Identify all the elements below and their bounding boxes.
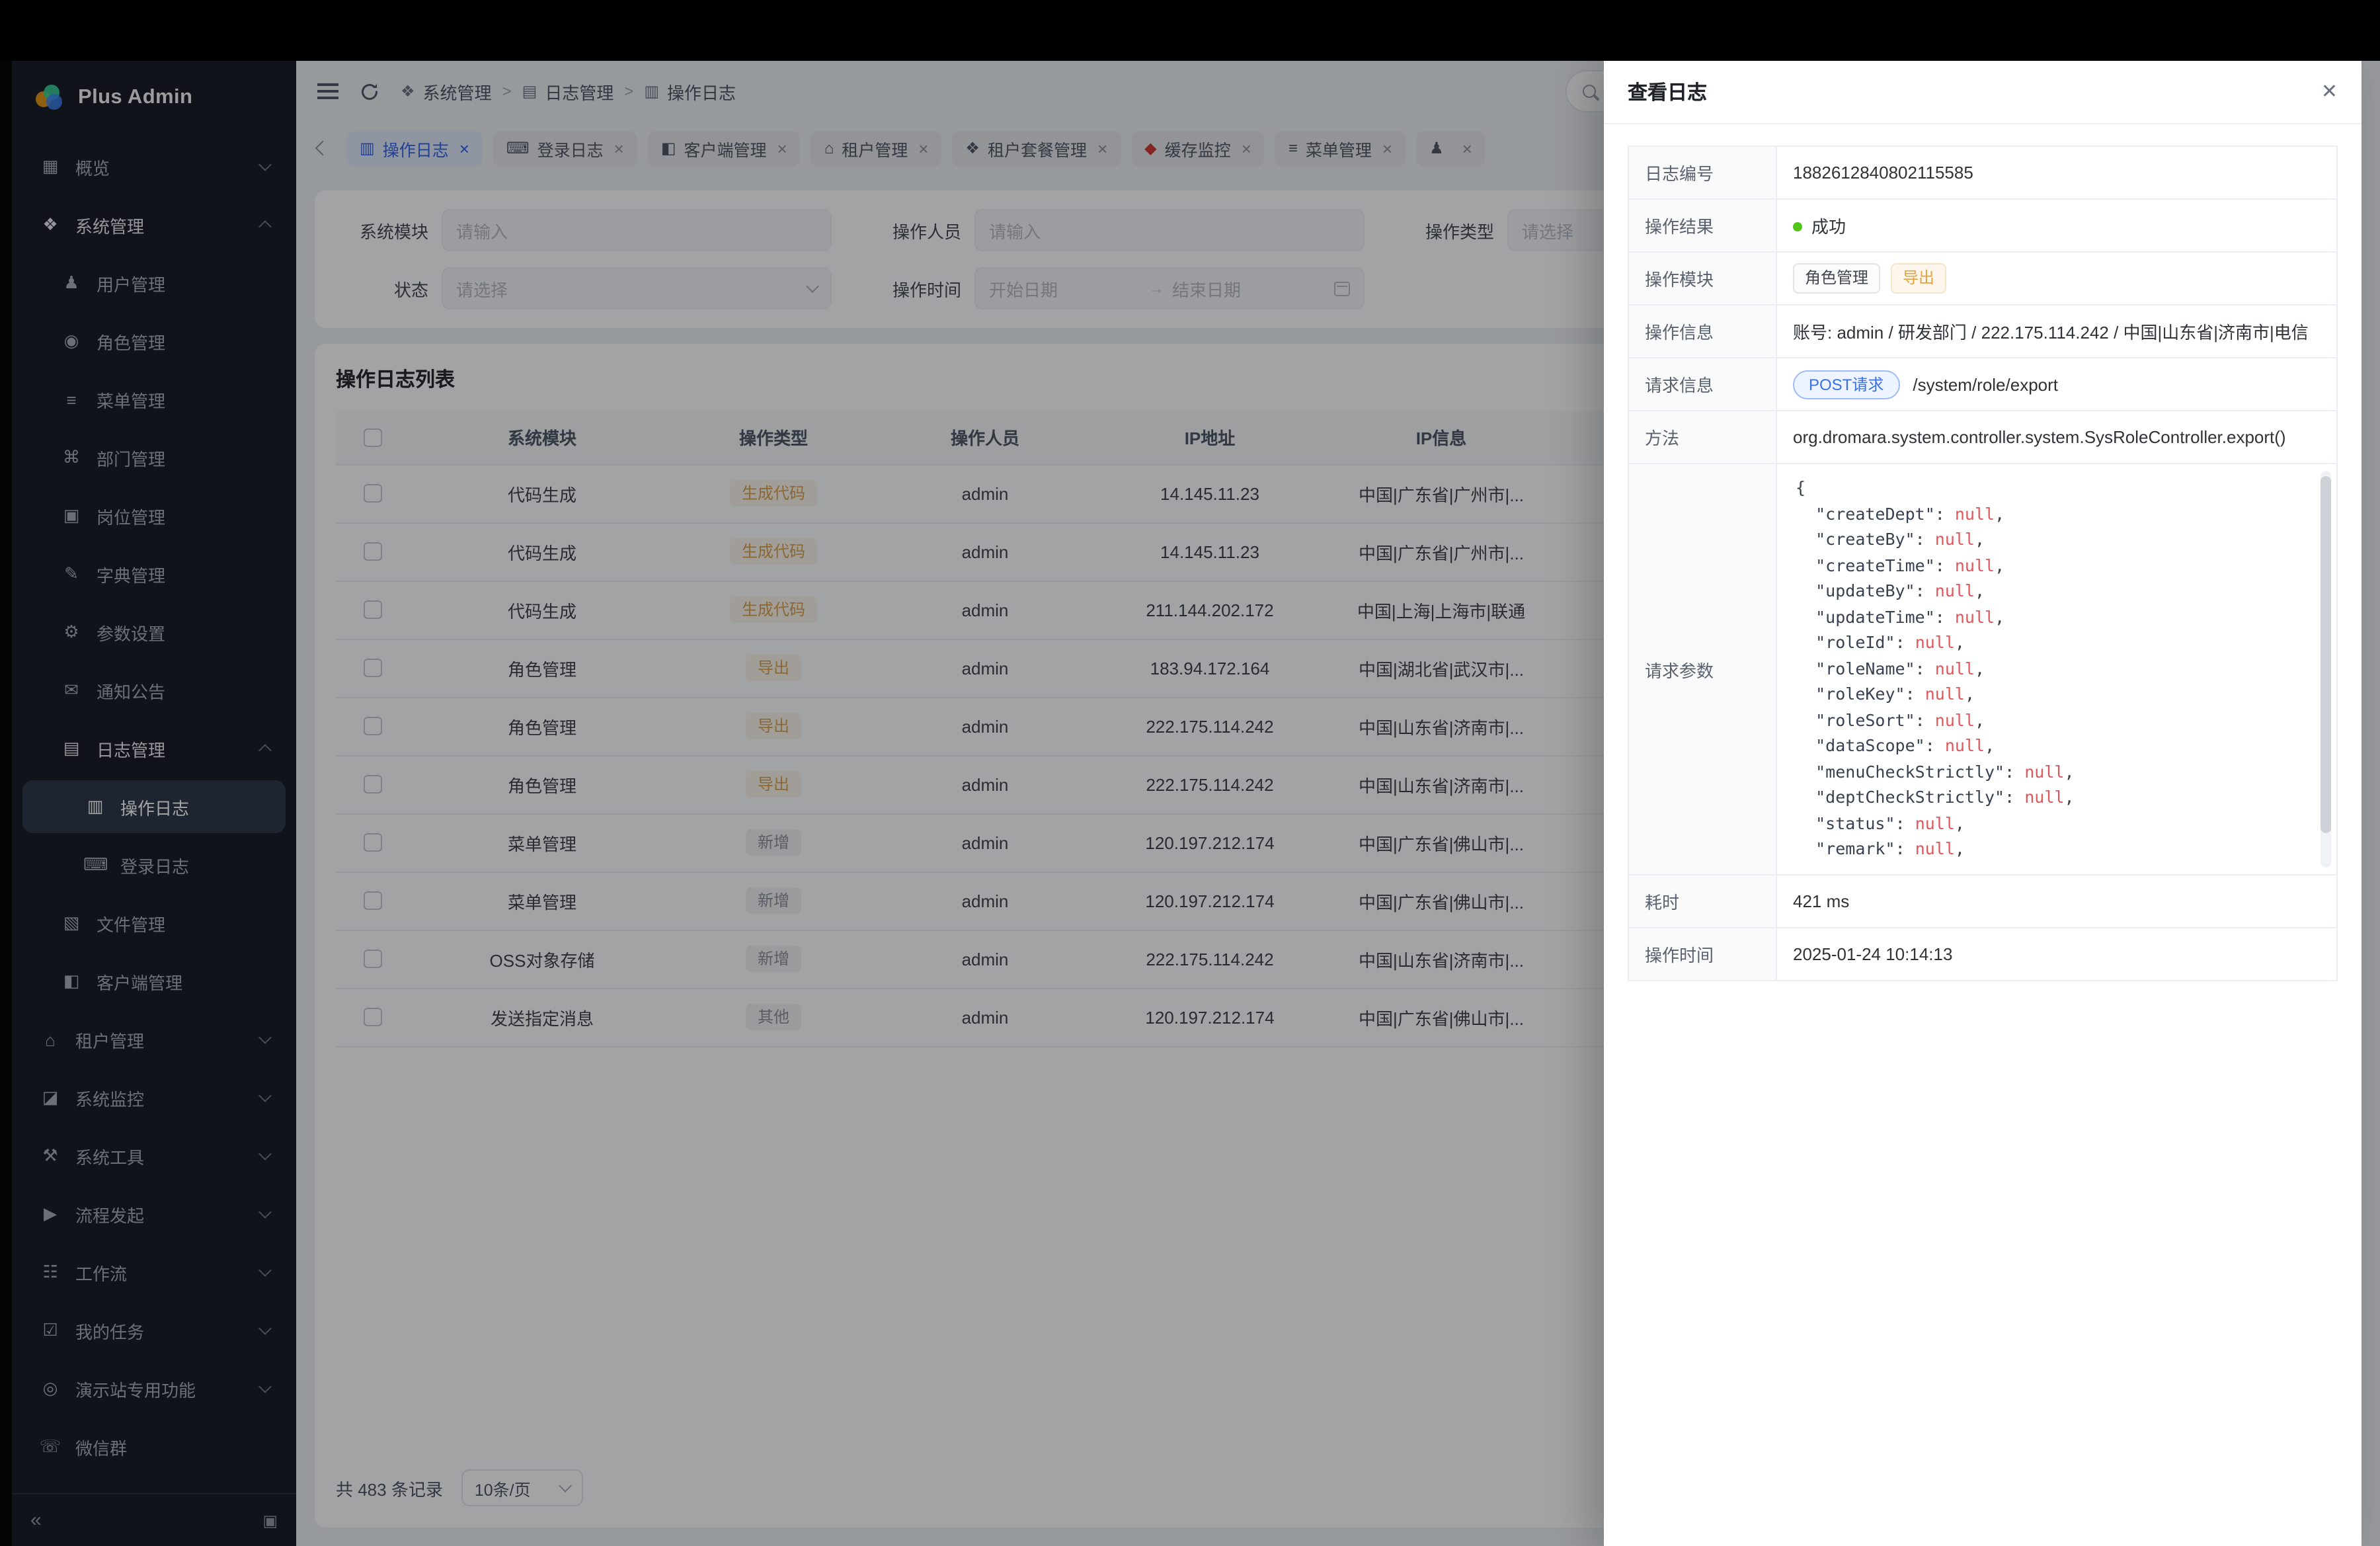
detail-text: 1882612840802115585 [1793,163,2320,183]
detail-label: 方法 [1628,411,1776,464]
detail-row: 操作模块角色管理导出 [1628,252,2337,305]
detail-text: 账号: admin / 研发部门 / 222.175.114.242 / 中国|… [1793,319,2320,344]
json-null-value: null [1915,838,1955,858]
detail-row: 操作结果 成功 [1628,199,2337,252]
detail-label: 操作时间 [1628,928,1776,981]
request-params-json[interactable]: { "createDept": null, "createBy": null, … [1777,464,2336,874]
detail-text: 2025-01-24 10:14:13 [1793,944,2320,964]
json-null-value: null [1915,632,1955,652]
module-tag: 角色管理 [1793,264,1880,294]
json-null-value: null [1955,503,1995,523]
json-key: "roleKey" [1815,684,1905,704]
json-line: "roleSort": null, [1796,707,2307,733]
status-dot [1793,222,1802,231]
json-key: "createBy" [1815,529,1915,549]
json-null-value: null [1935,710,1975,729]
json-line: "status": null, [1796,810,2307,836]
detail-label: 操作信息 [1628,305,1776,358]
drawer-header: 查看日志 ✕ [1604,61,2361,124]
detail-row: 操作信息账号: admin / 研发部门 / 222.175.114.242 /… [1628,305,2337,358]
json-null-value: null [1935,529,1975,549]
json-null-value: null [2024,761,2064,781]
drawer-title: 查看日志 [1628,78,1707,106]
detail-row: 操作时间 2025-01-24 10:14:13 [1628,928,2337,981]
drawer-body: 日志编号1882612840802115585操作结果成功操作模块角色管理导出操… [1604,124,2361,1002]
detail-value: 2025-01-24 10:14:13 [1776,928,2337,981]
scrollbar-track [2320,471,2331,868]
json-key: "roleSort" [1815,710,1915,729]
json-key: "createDept" [1815,503,1935,523]
json-key: "menuCheckStrictly" [1815,761,2004,781]
screen: Plus Admin ▦概览❖系统管理♟用户管理◉角色管理≡菜单管理⌘部门管理▣… [0,0,2380,1546]
json-line: { [1796,475,2307,501]
detail-value: 账号: admin / 研发部门 / 222.175.114.242 / 中国|… [1776,305,2337,358]
json-key: "dataScope" [1815,735,1925,755]
json-null-value: null [1925,684,1965,704]
status-text: 成功 [1811,217,1846,237]
json-line: "menuCheckStrictly": null, [1796,758,2307,784]
json-null-value: null [1955,606,1995,626]
json-null-value: null [1935,658,1975,678]
json-line: "deptCheckStrictly": null, [1796,784,2307,810]
detail-text: org.dromara.system.controller.system.Sys… [1793,427,2320,447]
json-key: "updateBy" [1815,581,1915,600]
log-detail-table: 日志编号1882612840802115585操作结果成功操作模块角色管理导出操… [1628,145,2338,981]
json-null-value: null [1915,813,1955,833]
module-tag: 导出 [1891,264,1946,294]
detail-value: POST请求/system/role/export [1776,358,2337,411]
detail-value: 421 ms [1776,875,2337,928]
detail-text: 421 ms [1793,891,2320,911]
detail-value: 角色管理导出 [1776,252,2337,305]
detail-label: 请求信息 [1628,358,1776,411]
json-line: "dataScope": null, [1796,733,2307,758]
detail-row: 方法 org.dromara.system.controller.system.S… [1628,411,2337,464]
detail-label: 操作模块 [1628,252,1776,305]
request-url: /system/role/export [1913,374,2058,394]
http-method-badge: POST请求 [1793,370,1899,399]
detail-row: 日志编号 1882612840802115585 [1628,146,2337,199]
json-key: "remark" [1815,838,1895,858]
json-line: "createBy": null, [1796,526,2307,552]
detail-row: 耗时 421 ms [1628,875,2337,928]
json-key: "deptCheckStrictly" [1815,787,2004,807]
json-line: "createDept": null, [1796,501,2307,526]
json-key: "updateTime" [1815,606,1935,626]
json-null-value: null [1935,581,1975,600]
detail-row: 请求参数{ "createDept": null, "createBy": nu… [1628,464,2337,875]
detail-label: 操作结果 [1628,199,1776,252]
scrollbar-thumb[interactable] [2320,476,2331,833]
json-line: "roleKey": null, [1796,681,2307,707]
detail-value: 1882612840802115585 [1776,146,2337,199]
json-line: "updateBy": null, [1796,578,2307,604]
detail-label: 耗时 [1628,875,1776,928]
detail-label: 请求参数 [1628,464,1776,875]
detail-label: 日志编号 [1628,146,1776,199]
detail-value: org.dromara.system.controller.system.Sys… [1776,411,2337,464]
close-drawer-icon[interactable]: ✕ [2321,82,2338,102]
json-key: "roleName" [1815,658,1915,678]
json-null-value: null [1945,735,1985,755]
json-line: "createTime": null, [1796,552,2307,578]
json-key: "roleId" [1815,632,1895,652]
json-null-value: null [2024,787,2064,807]
json-line: "roleName": null, [1796,655,2307,681]
json-null-value: null [1955,555,1995,575]
detail-value: 成功 [1776,199,2337,252]
detail-row: 请求信息POST请求/system/role/export [1628,358,2337,411]
json-key: "createTime" [1815,555,1935,575]
view-log-drawer: 查看日志 ✕ 日志编号 1882612840802115585 操作结果 成功操作模块… [1604,61,2361,1546]
json-line: "roleId": null, [1796,630,2307,655]
json-key: "status" [1815,813,1895,833]
json-line: "updateTime": null, [1796,604,2307,630]
request-params-cell: { "createDept": null, "createBy": null, … [1776,464,2337,875]
json-line: "remark": null, [1796,836,2307,862]
